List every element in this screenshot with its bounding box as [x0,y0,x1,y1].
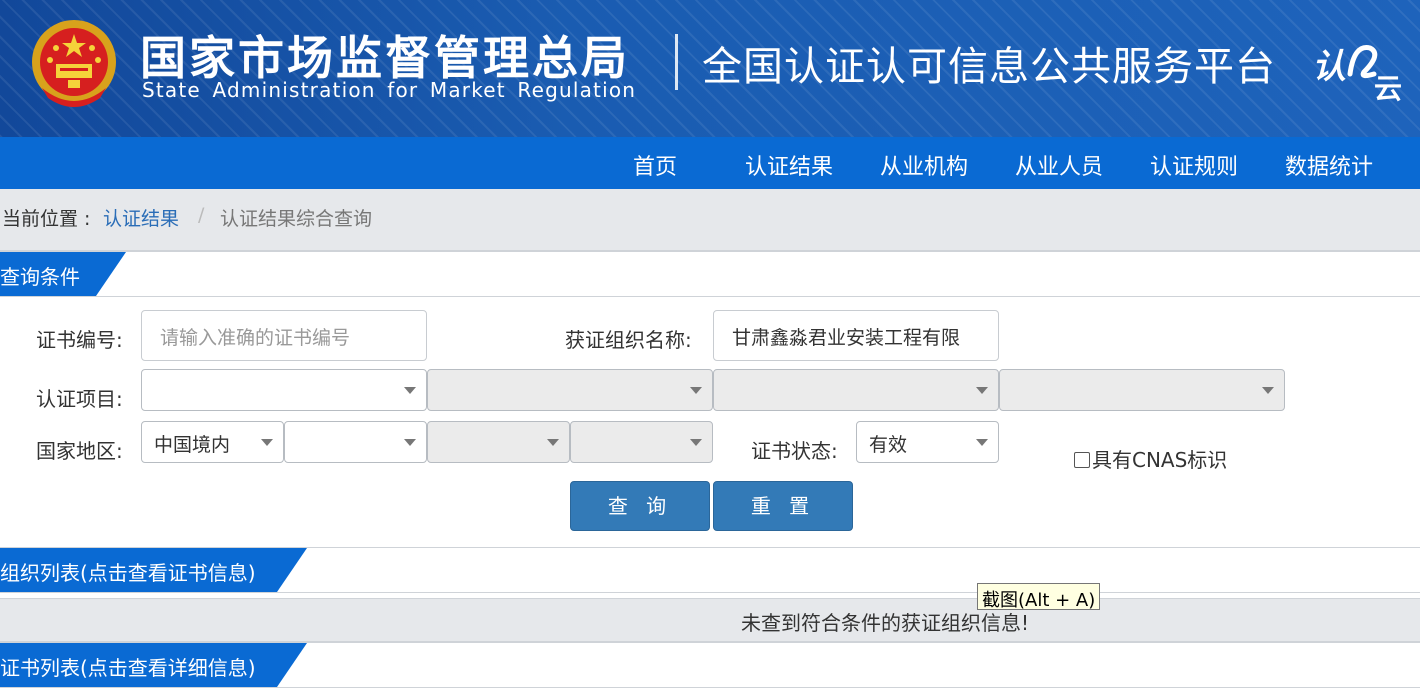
region-select[interactable]: 中国境内 [141,421,284,463]
cnas-checkbox[interactable] [1074,452,1090,468]
site-header: 国家市场监督管理总局 State Administration for Mark… [0,0,1420,137]
cnas-checkbox-label: 具有CNAS标识 [1092,448,1228,472]
chevron-down-icon [976,439,988,446]
cert-list-section-bar: 证书列表(点击查看详细信息) [0,642,1420,688]
org-list-empty: 未查到符合条件的获证组织信息! [0,598,1420,642]
chevron-down-icon [404,387,416,394]
breadcrumb-separator: / [198,204,205,226]
screenshot-tooltip: 截图(Alt + A) [977,583,1101,611]
query-section-bar: 查询条件 [0,251,1420,297]
ren-yun-cloud-logo-icon: 认 云 [1312,45,1402,102]
region-select-value: 中国境内 [154,434,231,456]
project-select-3[interactable] [713,369,999,411]
svg-text:云: 云 [1374,72,1402,102]
project-label: 认证项目: [36,387,123,411]
project-select-2[interactable] [427,369,713,411]
org-list-section-title: 组织列表(点击查看证书信息) [0,548,307,592]
cnas-checkbox-group: 具有CNAS标识 [1074,434,1234,487]
search-button[interactable]: 查 询 [570,481,710,531]
region-label: 国家地区: [36,439,123,463]
chevron-down-icon [404,439,416,446]
breadcrumb-label: 当前位置 : [2,208,91,230]
status-select[interactable]: 有效 [856,421,999,463]
province-select[interactable] [284,421,427,463]
main-nav: 首页 认证结果 从业机构 从业人员 认证规则 数据统计 [0,137,1420,189]
chevron-down-icon [261,439,273,446]
cert-no-input[interactable]: 请输入准确的证书编号 [141,310,427,361]
breadcrumb-link[interactable]: 认证结果 [103,204,179,231]
org-name-input[interactable]: 甘肃鑫淼君业安装工程有限 [713,310,999,361]
reset-button[interactable]: 重 置 [713,481,853,531]
cert-list-section-title: 证书列表(点击查看详细信息) [0,643,307,687]
status-select-value: 有效 [869,434,908,456]
national-emblem-icon [32,20,116,107]
nav-item-cert-rules[interactable]: 认证规则 [1150,149,1238,181]
city-select[interactable] [427,421,570,463]
chevron-down-icon [1262,387,1274,394]
chevron-down-icon [976,387,988,394]
nav-item-home[interactable]: 首页 [633,149,677,181]
project-select-1[interactable] [141,369,427,411]
status-label: 证书状态: [751,439,838,463]
district-select[interactable] [570,421,713,463]
header-divider [675,34,678,90]
breadcrumb-current: 认证结果综合查询 [220,208,373,230]
breadcrumb: 当前位置 : 认证结果 / 认证结果综合查询 [0,189,1420,251]
nav-item-cert-results[interactable]: 认证结果 [745,149,833,181]
query-section-title: 查询条件 [0,252,126,296]
org-name-label: 获证组织名称: [565,328,692,352]
chevron-down-icon [690,439,702,446]
agency-title-en: State Administration for Market Regulati… [142,78,637,102]
nav-item-statistics[interactable]: 数据统计 [1285,149,1373,181]
nav-item-institutions[interactable]: 从业机构 [880,149,968,181]
chevron-down-icon [547,439,559,446]
nav-item-personnel[interactable]: 从业人员 [1015,149,1103,181]
chevron-down-icon [690,387,702,394]
svg-text:认: 认 [1312,47,1346,87]
platform-title: 全国认证认可信息公共服务平台 [702,44,1276,90]
project-select-4[interactable] [999,369,1285,411]
org-list-section-bar: 组织列表(点击查看证书信息) [0,547,1420,593]
cert-no-label: 证书编号: [36,328,123,352]
